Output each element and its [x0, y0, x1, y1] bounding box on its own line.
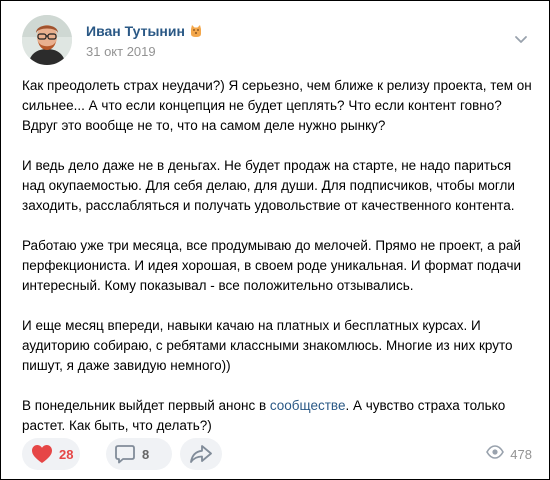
- author-avatar[interactable]: [22, 15, 72, 65]
- comment-count: 8: [142, 446, 150, 462]
- views-count: 478: [510, 446, 532, 462]
- post-actions: 28 8 478: [22, 438, 532, 470]
- post-paragraph-5: В понедельник выйдет первый анонс в сооб…: [22, 396, 532, 436]
- comment-button[interactable]: 8: [106, 438, 172, 470]
- like-button[interactable]: 28: [22, 438, 80, 470]
- share-button[interactable]: [180, 438, 222, 470]
- community-link[interactable]: сообществе: [270, 398, 346, 413]
- views-counter: 478: [486, 438, 532, 470]
- post-paragraph-3: Работаю уже три месяца, все продумываю д…: [22, 238, 522, 293]
- post-card: Иван Тутынин 31 окт 2019 Как преодолеть …: [0, 0, 550, 480]
- eye-icon: [486, 444, 505, 464]
- post-date[interactable]: 31 окт 2019: [86, 44, 156, 59]
- post-header: Иван Тутынин 31 окт 2019: [22, 15, 532, 65]
- author-name[interactable]: Иван Тутынин: [86, 23, 203, 41]
- more-options-icon[interactable]: [512, 30, 530, 48]
- post-paragraph-2: И ведь дело даже не в деньгах. Не будет …: [22, 158, 515, 213]
- post-paragraph-4: И еще месяц впереди, навыки качаю на пла…: [22, 318, 513, 373]
- post-paragraph-1: Как преодолеть страх неудачи?) Я серьезн…: [22, 78, 532, 133]
- post-text: Как преодолеть страх неудачи?) Я серьезн…: [22, 76, 532, 436]
- avatar-photo: [22, 15, 72, 65]
- paragraph-text-before-link: В понедельник выйдет первый анонс в: [22, 398, 270, 413]
- share-icon: [190, 444, 212, 464]
- cat-emoji-icon: [189, 24, 203, 41]
- author-name-text[interactable]: Иван Тутынин: [86, 23, 185, 39]
- like-count: 28: [59, 446, 74, 462]
- comment-icon: [115, 444, 135, 464]
- heart-icon: [31, 444, 53, 464]
